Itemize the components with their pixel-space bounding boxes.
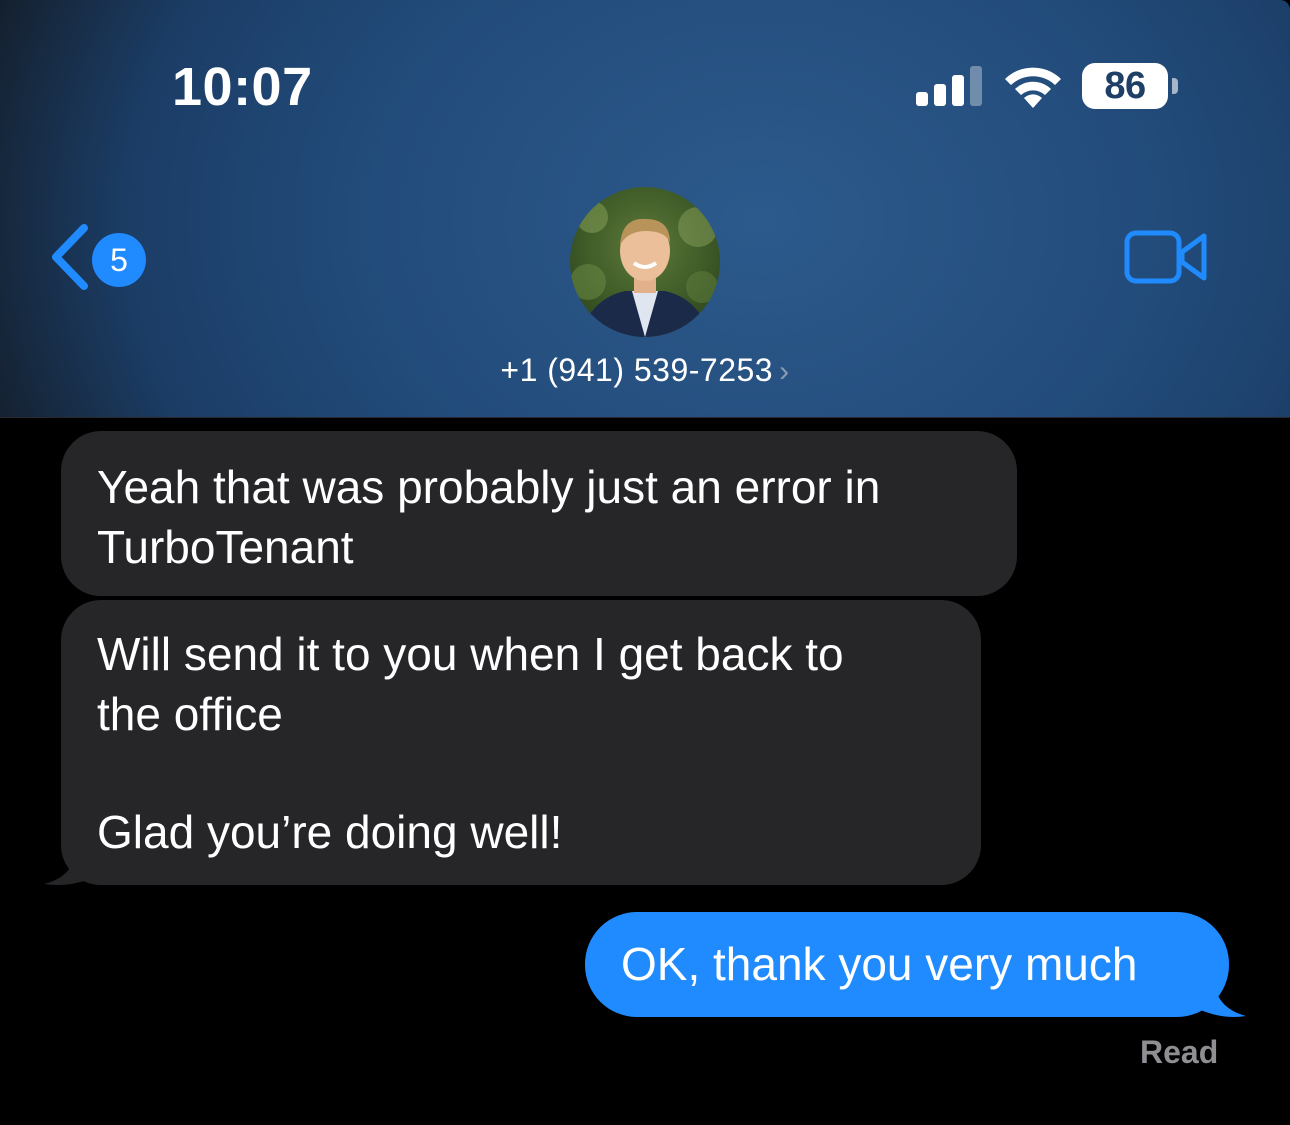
wifi-icon bbox=[1005, 67, 1061, 108]
video-call-icon[interactable] bbox=[1124, 230, 1208, 284]
message-bubble-incoming[interactable]: Will send it to you when I get back to t… bbox=[61, 600, 981, 885]
conversation-header: 10:07 86 5 +1 (941) 539-7253 › bbox=[0, 0, 1290, 418]
contact-name: +1 (941) 539-7253 bbox=[500, 352, 774, 388]
message-bubble-outgoing[interactable]: OK, thank you very much bbox=[585, 912, 1229, 1017]
message-line: TurboTenant bbox=[97, 521, 354, 573]
battery-level: 86 bbox=[1104, 64, 1146, 107]
signal-icon bbox=[916, 66, 982, 106]
read-receipt: Read bbox=[1140, 1034, 1219, 1070]
unread-count-badge[interactable]: 5 bbox=[92, 233, 146, 287]
contact-name-button[interactable]: +1 (941) 539-7253 › bbox=[0, 352, 1290, 389]
message-line: Will send it to you when I get back to bbox=[97, 628, 844, 680]
contact-avatar[interactable] bbox=[570, 187, 720, 337]
chevron-right-icon: › bbox=[779, 355, 790, 388]
message-line: the office bbox=[97, 688, 283, 740]
bubble-tail bbox=[44, 846, 98, 885]
bubble-tail bbox=[1196, 980, 1246, 1017]
messages-screen: 10:07 86 5 +1 (941) 539-7253 › Yeah that… bbox=[0, 0, 1290, 1125]
message-line: Yeah that was probably just an error in bbox=[97, 461, 881, 513]
status-time: 10:07 bbox=[172, 57, 313, 117]
message-text: OK, thank you very much bbox=[621, 938, 1138, 990]
back-chevron-icon[interactable] bbox=[46, 222, 92, 292]
message-line: Glad you’re doing well! bbox=[97, 806, 563, 858]
message-bubble-incoming[interactable]: Yeah that was probably just an error in … bbox=[61, 431, 1017, 596]
battery-icon: 86 bbox=[1082, 63, 1180, 109]
